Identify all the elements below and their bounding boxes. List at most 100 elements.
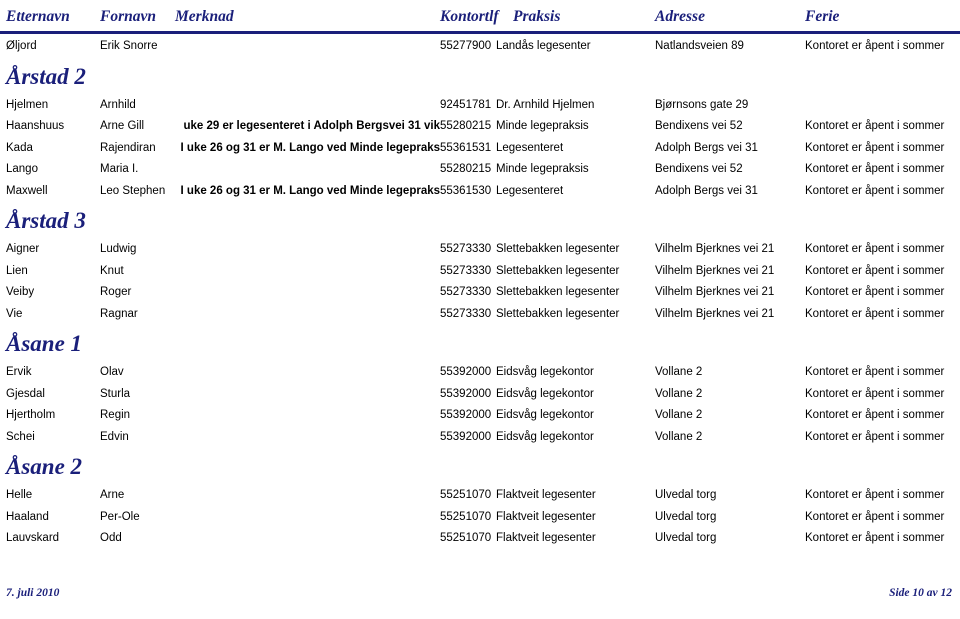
cell-kontortlf: 55392000 [440,366,492,378]
cell-kontortlf: 55273330 [440,307,492,320]
section: Årstad 2 Hjelmen Arnhild 92451781 Dr. Arnhil… [0,58,960,203]
cell-adresse: Vilhelm Bjerknes vei 21 [655,307,775,320]
cell-kontortlf: 55280215 [440,120,492,132]
cell-ferie: Kontoret er åpent i sommer [805,307,945,320]
cell-adresse: Vilhelm Bjerknes vei 21 [655,243,775,255]
cell-ferie: Kontoret er åpent i sommer [805,243,945,255]
header-divider [0,31,960,34]
cell-ferie: Kontoret er åpent i sommer [805,40,945,52]
table-row: Haanshuus Arne Gill uke 29 er legesenteret… [0,116,960,138]
cell-praksis: Eidsvåg legekontor [496,387,594,400]
section: Åsane 1 Ervik Olav 55392000 Eidsvåg legekont… [0,325,960,448]
table-row: Lango Maria I. 55280215 Minde legepraksis Be… [0,159,960,181]
table-row: Hjertholm Regin 55392000 Eidsvåg legekontor… [0,405,960,427]
cell-praksis: Slettebakken legesenter [496,243,620,255]
cell-kontortlf: 55361530 [440,184,492,197]
section-rows: Helle Arne 55251070 Flaktveit legesenter Ulv… [0,482,960,550]
cell-praksis: Minde legepraksis [496,163,589,175]
section-title: Årstad 3 [6,208,86,233]
table-row: Lauvskard Odd 55251070 Flaktveit legesenter… [0,528,960,550]
cell-ferie: Kontoret er åpent i sommer [805,120,945,132]
cell-fornavn: Ludwig [100,243,137,255]
table-row: Kada Rajendiran I uke 26 og 31 er M. Lango… [0,138,960,160]
page-footer: 7. juli 2010 Side 10 av 12 [0,587,960,605]
cell-ferie: Kontoret er åpent i sommer [805,286,945,298]
cell-praksis: Flaktveit legesenter [496,510,596,523]
cell-ferie: Kontoret er åpent i sommer [805,532,945,544]
cell-praksis: Legesenteret [496,141,564,154]
cell-adresse: Adolph Bergs vei 31 [655,184,758,197]
cell-merknad: uke 29 er legesenteret i Adolph Bergsvei… [183,120,440,132]
cell-adresse: Vollane 2 [655,409,703,421]
cell-adresse: Ulvedal torg [655,532,717,544]
cell-adresse: Vilhelm Bjerknes vei 21 [655,286,775,298]
cell-adresse: Natlandsveien 89 [655,40,744,52]
cell-fornavn: Ragnar [100,307,138,320]
table-row: Ervik Olav 55392000 Eidsvåg legekontor Volla… [0,362,960,384]
footer-date: 7. juli 2010 [6,587,60,599]
cell-kontortlf: 55277900 [440,40,492,52]
column-header-adresse: Adresse [655,8,705,25]
table-row: Maxwell Leo Stephen I uke 26 og 31 er M. L… [0,181,960,203]
section: Årstad 3 Aigner Ludwig 55273330 Slettebakken… [0,202,960,325]
cell-fornavn: Arnhild [100,98,136,111]
cell-adresse: Vollane 2 [655,387,703,400]
cell-fornavn: Arne [100,489,125,501]
section-rows: Ervik Olav 55392000 Eidsvåg legekontor Volla… [0,359,960,448]
cell-kontortlf: 55251070 [440,532,492,544]
cell-kontortlf: 55392000 [440,387,492,400]
table-row: Gjesdal Sturla 55392000 Eidsvåg legekontor V… [0,384,960,406]
cell-praksis: Eidsvåg legekontor [496,366,594,378]
column-header-ferie: Ferie [805,8,840,25]
table-row: Veiby Roger 55273330 Slettebakken legesente… [0,282,960,304]
cell-ferie: Kontoret er åpent i sommer [805,264,945,277]
cell-kontortlf: 55392000 [440,430,492,443]
top-rows-group: Øljord Erik Snorre 55277900 Landås legesent… [0,36,960,58]
cell-ferie: Kontoret er åpent i sommer [805,387,945,400]
cell-kontortlf: 55251070 [440,510,492,523]
cell-fornavn: Olav [100,366,124,378]
cell-ferie: Kontoret er åpent i sommer [805,430,945,443]
cell-kontortlf: 55280215 [440,163,492,175]
table-row: Vie Ragnar 55273330 Slettebakken legesenter… [0,304,960,326]
cell-kontortlf: 55273330 [440,264,492,277]
cell-kontortlf: 55273330 [440,243,492,255]
section-rows: Aigner Ludwig 55273330 Slettebakken legesen… [0,236,960,325]
cell-praksis: Landås legesenter [496,40,591,52]
cell-praksis: Dr. Arnhild Hjelmen [496,98,595,111]
section-title: Årstad 2 [6,63,86,89]
cell-praksis: Legesenteret [496,184,564,197]
section-title: Åsane 2 [6,454,83,479]
cell-praksis: Slettebakken legesenter [496,286,620,298]
table-row: Helle Arne 55251070 Flaktveit legesenter Ulv… [0,485,960,507]
cell-adresse: Vollane 2 [655,430,703,443]
cell-praksis: Slettebakken legesenter [496,307,620,320]
table-row: Lien Knut 55273330 Slettebakken legesenter V… [0,261,960,283]
cell-fornavn: Edvin [100,430,129,443]
cell-praksis: Eidsvåg legekontor [496,409,594,421]
cell-ferie: Kontoret er åpent i sommer [805,489,945,501]
cell-adresse: Vollane 2 [655,366,703,378]
table-row: Aigner Ludwig 55273330 Slettebakken legesen… [0,239,960,261]
cell-kontortlf: 55361531 [440,141,492,154]
cell-ferie: Kontoret er åpent i sommer [805,409,945,421]
table-row: Haaland Per-Ole 55251070 Flaktveit legesent… [0,507,960,529]
cell-fornavn: Odd [100,532,122,544]
table-header-row: Etternavn Fornavn Merknad Kontortlf Prak… [0,6,960,30]
cell-fornavn: Maria I. [100,163,139,175]
cell-ferie: Kontoret er åpent i sommer [805,510,945,523]
cell-fornavn: Sturla [100,387,131,400]
cell-praksis: Slettebakken legesenter [496,264,620,277]
cell-kontortlf: 55251070 [440,489,492,501]
cell-kontortlf: 55273330 [440,286,492,298]
cell-fornavn: Per-Ole [100,510,140,523]
cell-adresse: Bjørnsons gate 29 [655,98,749,111]
table-row: Øljord Erik Snorre 55277900 Landås legesent… [0,36,960,58]
cell-fornavn: Regin [100,409,131,421]
cell-ferie: Kontoret er åpent i sommer [805,163,945,175]
cell-merknad: I uke 26 og 31 er M. Lango ved Minde leg… [180,141,440,154]
cell-praksis: Flaktveit legesenter [496,532,596,544]
cell-praksis: Minde legepraksis [496,120,589,132]
table-row: Hjelmen Arnhild 92451781 Dr. Arnhild Hjelme… [0,95,960,117]
cell-ferie: Kontoret er åpent i sommer [805,184,945,197]
